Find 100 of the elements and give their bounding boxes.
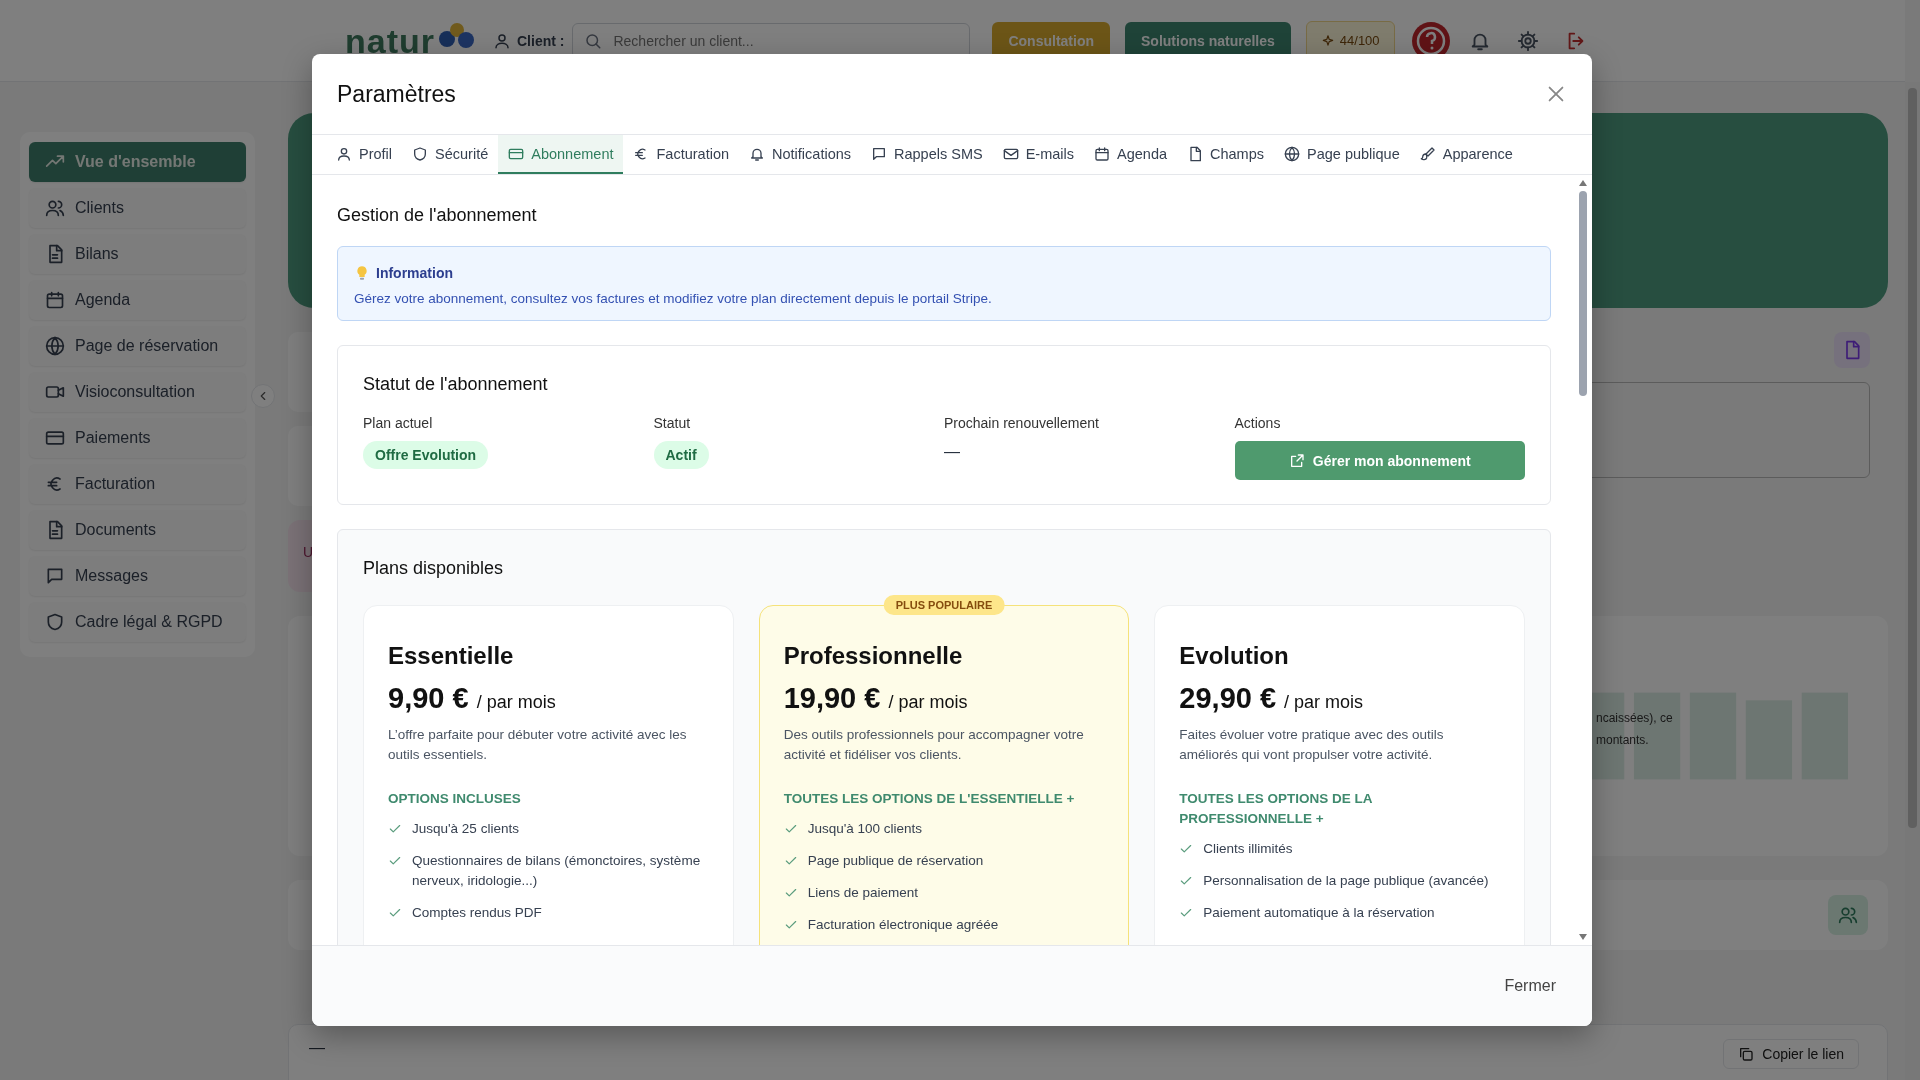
feature-text: Liens de paiement	[807, 884, 918, 902]
note-button[interactable]	[1834, 332, 1870, 368]
plan-price: 19,90 €	[783, 682, 881, 715]
price-period: / par mois	[888, 692, 968, 713]
status-badge: Offre Evolution	[363, 441, 489, 469]
options-heading: OPTIONS INCLUSES	[388, 790, 522, 808]
settings-tab[interactable]: Apparence	[1409, 135, 1523, 174]
feature-text: Jusqu'à 100 clients	[807, 820, 923, 838]
settings-tab[interactable]: Facturation	[623, 135, 740, 174]
sidebar-item[interactable]: Paiements	[29, 418, 246, 458]
light-bulb-icon	[354, 265, 370, 281]
feature-text: Paiement automatique à la réservation	[1203, 904, 1435, 922]
chart-caption: ncaissées), ce	[1596, 711, 1673, 725]
scroll-up-icon[interactable]	[1578, 179, 1588, 187]
sidebar-item[interactable]: Clients	[29, 188, 246, 228]
sidebar-item[interactable]: Page de réservation	[29, 326, 246, 366]
plan-name: Professionnelle	[783, 642, 964, 670]
settings-tab[interactable]: E-mails	[992, 135, 1084, 174]
price-period: / par mois	[476, 692, 556, 713]
feature-text: Questionnaires de bilans (émonctoires, système nerveux, iridologie...)	[412, 852, 702, 890]
plan-price: 9,90 €	[388, 682, 469, 715]
feature-text: Page publique de réservation	[807, 852, 984, 870]
section-title: Gestion de l'abonnement	[337, 205, 538, 226]
chat-bubble-icon	[45, 566, 65, 586]
check-icon	[1179, 874, 1194, 888]
plans-title: Plans disponibles	[363, 558, 505, 579]
feature-text: Jusqu'à 25 clients	[412, 820, 519, 838]
plan-description: L’offre parfaite pour débuter votre activité avec les outils essentiels.	[388, 726, 688, 764]
settings-tab[interactable]: Rappels SMS	[861, 135, 993, 174]
sidebar-item[interactable]: Agenda	[29, 280, 246, 320]
field-label: Statut	[653, 415, 691, 431]
file-icon	[1187, 145, 1203, 162]
user-icon	[493, 31, 511, 50]
check-icon	[388, 822, 402, 836]
check-icon	[783, 822, 798, 836]
users-icon	[45, 198, 65, 218]
check-icon	[1179, 906, 1194, 920]
chart-caption: montants.	[1596, 733, 1650, 747]
chat-bubble-icon	[871, 145, 887, 162]
globe-icon	[45, 336, 65, 356]
plan-name: Essentielle	[388, 642, 515, 670]
page-scrollbar-thumb[interactable]	[1908, 88, 1917, 828]
status-title: Statut de l'abonnement	[363, 374, 549, 395]
check-icon	[783, 854, 798, 868]
calendar-icon	[45, 290, 65, 310]
sidebar-item[interactable]: Documents	[29, 510, 246, 550]
brush-icon	[1419, 145, 1436, 162]
check-icon	[783, 918, 798, 932]
settings-tab[interactable]: Profil	[326, 135, 403, 174]
check-icon	[388, 906, 402, 920]
user-icon	[336, 145, 352, 162]
info-text: Gérez votre abonnement, consultez vos factures et modifiez votre plan directement depuis le portail Stripe.	[354, 291, 993, 306]
plan-name: Evolution	[1179, 642, 1290, 670]
sidebar-item[interactable]: Facturation	[29, 464, 246, 504]
sidebar-item[interactable]: Visioconsultation	[29, 372, 246, 412]
client-label: Client :	[517, 32, 565, 49]
feature-text: Facturation électronique agréée	[807, 916, 999, 934]
field-label: Plan actuel	[363, 415, 433, 431]
settings-tab[interactable]: Sécurité	[402, 135, 499, 174]
users-icon	[1838, 905, 1858, 925]
settings-tab[interactable]: Abonnement	[498, 135, 624, 174]
sidebar-item[interactable]: Bilans	[29, 234, 246, 274]
settings-tab[interactable]: Champs	[1177, 135, 1274, 174]
settings-tab[interactable]: Notifications	[739, 135, 861, 174]
settings-icon	[1516, 29, 1539, 52]
settings-tab[interactable]: Agenda	[1084, 135, 1177, 174]
field-label: Prochain renouvellement	[944, 415, 1099, 431]
calendar-icon	[1094, 145, 1110, 162]
popular-badge: PLUS POPULAIRE	[883, 595, 1005, 615]
manage-subscription-button[interactable]: Gérer mon abonnement	[1234, 441, 1525, 480]
feature-text: Personnalisation de la page publique (avancée)	[1203, 872, 1489, 890]
check-icon	[388, 854, 402, 868]
sidebar-item[interactable]: Vue d'ensemble	[29, 142, 246, 182]
options-heading: TOUTES LES OPTIONS DE L'ESSENTIELLE +	[783, 790, 1076, 808]
close-dialog-button[interactable]: Fermer	[1498, 969, 1562, 1003]
link-value: —	[309, 1039, 325, 1057]
dialog-scrollbar-thumb[interactable]	[1579, 191, 1587, 396]
options-heading: TOUTES LES OPTIONS DE LA PROFESSIONNELLE +	[1179, 790, 1374, 828]
dialog-title: Paramètres	[337, 80, 456, 108]
scroll-down-icon[interactable]	[1578, 933, 1588, 941]
sidebar-item[interactable]: Cadre légal & RGPD	[29, 602, 246, 642]
external-link-icon	[1288, 452, 1305, 469]
copy-link-button[interactable]: Copier le lien	[1723, 1039, 1859, 1069]
settings-tab[interactable]: Page publique	[1274, 135, 1410, 174]
check-icon	[1179, 842, 1194, 856]
check-icon	[783, 886, 798, 900]
price-period: / par mois	[1284, 692, 1364, 713]
feature-text: Comptes rendus PDF	[412, 904, 542, 922]
search-icon	[584, 31, 603, 50]
copy-icon	[1738, 1046, 1755, 1062]
shield-icon	[412, 145, 429, 162]
plan-description: Faites évoluer votre pratique avec des outils améliorés qui vont propulser votre activité.	[1179, 726, 1445, 764]
plan-description: Des outils professionnels pour accompagner votre activité et fidéliser vos clients.	[783, 726, 1085, 764]
plan-price: 29,90 €	[1179, 682, 1277, 715]
alert-text: U	[303, 544, 314, 560]
sparkle-icon	[1320, 33, 1335, 48]
sidebar-item[interactable]: Messages	[29, 556, 246, 596]
collapse-button[interactable]	[251, 384, 275, 408]
logo: natur	[345, 21, 435, 61]
clients-button[interactable]	[1828, 895, 1868, 935]
